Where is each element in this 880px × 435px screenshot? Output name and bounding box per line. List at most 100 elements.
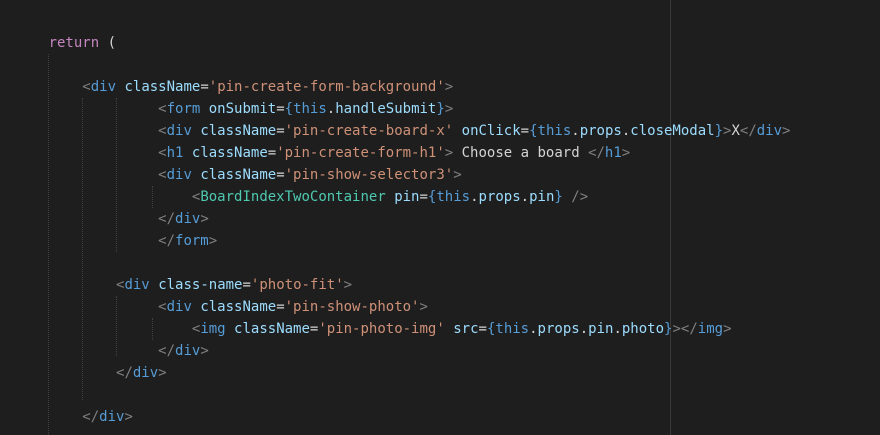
code-token: BoardIndexTwoContainer [200, 189, 386, 205]
code-token: h1 [166, 145, 184, 161]
code-token: ( [99, 35, 117, 51]
code-token: Choose a board [453, 145, 589, 161]
code-line[interactable]: <div className='pin-create-board-x' onCl… [158, 120, 790, 142]
code-token: > [343, 277, 353, 293]
code-token: props [478, 189, 521, 205]
code-token: 'pin-create-form-h1' [276, 145, 445, 161]
code-token: h1 [604, 145, 622, 161]
code-token: form [166, 101, 201, 117]
code-token: </ [158, 233, 176, 249]
code-token: img [697, 321, 724, 337]
code-token: div [90, 79, 117, 95]
code-token: . [520, 189, 530, 205]
code-token: handleSubmit [335, 101, 437, 117]
code-token: < [158, 101, 167, 117]
code-token: = [419, 189, 428, 205]
code-token: . [613, 321, 622, 337]
code-token: = [276, 167, 285, 183]
code-token: > [124, 409, 133, 425]
code-token: this [293, 101, 327, 117]
code-token: . [579, 321, 589, 337]
code-token: className [200, 167, 277, 183]
code-token: class-name [158, 277, 243, 293]
code-token: > [453, 167, 462, 183]
code-line[interactable]: </div> [158, 208, 209, 230]
code-token: 'pin-photo-img' [318, 321, 445, 337]
code-token: props [579, 123, 622, 139]
code-token: div [166, 299, 192, 315]
code-line[interactable]: <form onSubmit={this.handleSubmit}> [158, 98, 453, 120]
code-token: 'pin-create-board-x' [284, 123, 454, 139]
code-token: . [571, 123, 580, 139]
code-line[interactable]: <BoardIndexTwoContainer pin={this.props.… [192, 186, 588, 208]
code-token: pin [394, 189, 420, 205]
code-token: </ [588, 145, 605, 161]
code-token: return [48, 35, 100, 51]
code-token: div [756, 123, 783, 139]
code-token: onSubmit [208, 101, 277, 117]
code-token: > [200, 343, 209, 359]
code-token: form [175, 233, 209, 249]
code-token: = [276, 299, 285, 315]
code-token: ></ [672, 321, 698, 337]
code-token: } [436, 101, 445, 117]
code-token: this [495, 321, 530, 337]
code-token: > [444, 101, 454, 117]
code-token: > [444, 79, 454, 95]
code-token: photo [621, 321, 665, 337]
code-token: { [284, 101, 294, 117]
code-token: className [200, 299, 277, 315]
code-token: < [158, 167, 167, 183]
code-token: className [191, 145, 268, 161]
code-token: div [124, 277, 150, 293]
code-token: pin [529, 189, 555, 205]
code-line[interactable]: </div> [116, 362, 167, 384]
code-token: = [242, 277, 251, 293]
code-token: = [276, 101, 285, 117]
code-line[interactable]: <h1 className='pin-create-form-h1'> Choo… [158, 142, 630, 164]
code-token: > [200, 211, 209, 227]
code-token: < [82, 79, 91, 95]
code-line[interactable]: </form> [158, 230, 217, 252]
code-line[interactable]: return ( [49, 32, 116, 54]
code-line[interactable]: </div> [82, 406, 133, 428]
code-token: </ [739, 123, 757, 139]
code-token: } [714, 123, 724, 139]
code-token: = [200, 79, 209, 95]
code-token: . [470, 189, 479, 205]
code-editor[interactable]: return (<div className='pin-create-form-… [0, 0, 880, 435]
code-token: </ [116, 365, 133, 381]
code-token: className [234, 321, 310, 337]
code-token: > [208, 233, 218, 249]
code-line[interactable]: <div className='pin-show-selector3'> [158, 164, 461, 186]
code-token: < [158, 145, 167, 161]
code-token: div [175, 211, 201, 227]
code-token: . [529, 321, 538, 337]
code-line[interactable]: <img className='pin-photo-img' src={this… [192, 318, 732, 340]
code-token: } [554, 189, 563, 205]
code-token: /> [562, 189, 589, 205]
code-token: . [326, 101, 336, 117]
code-token: < [158, 299, 167, 315]
code-token: > [723, 321, 732, 337]
vertical-ruler [670, 0, 671, 435]
code-line[interactable]: <div className='pin-create-form-backgrou… [82, 76, 453, 98]
code-token: div [99, 409, 125, 425]
code-token: = [276, 123, 285, 139]
code-token: < [158, 123, 167, 139]
code-token: className [200, 123, 277, 139]
code-token: this [537, 123, 572, 139]
code-line[interactable]: <div class-name='photo-fit'> [116, 274, 352, 296]
code-line[interactable]: </div> [158, 340, 209, 362]
code-token: div [166, 123, 192, 139]
code-line[interactable]: <div className='pin-show-photo'> [158, 296, 428, 318]
code-token: 'photo-fit' [250, 277, 344, 293]
code-token: img [200, 321, 226, 337]
code-token: X [731, 123, 740, 139]
